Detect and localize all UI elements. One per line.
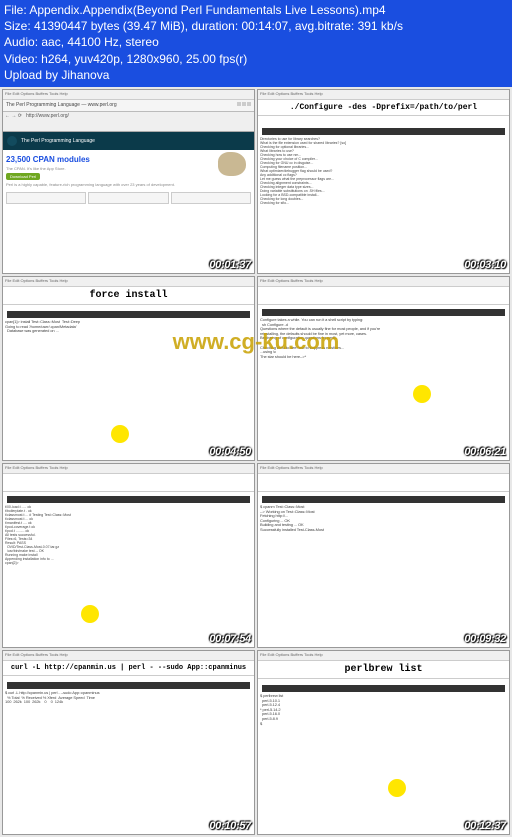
window-menubar: File Edit Options Buffers Tools Help (258, 90, 509, 100)
cpan-headline: 23,500 CPAN modules (6, 155, 251, 164)
terminal-output: $ perlbrew list perl-5.10.1 perl-5.12.4 … (260, 694, 507, 726)
cursor-highlight-icon (81, 605, 99, 623)
terminal-output: cpan[1]> install Test::Class::Most Test:… (5, 320, 252, 334)
window-menubar: File Edit Options Buffers Tools Help (3, 651, 254, 661)
site-banner: The Perl Programming Language (3, 132, 254, 150)
timestamp: 00:01:37 (209, 259, 251, 271)
terminal-statusbar (7, 496, 250, 503)
command-display: curl -L http://cpanmin.us | perl - --sud… (3, 661, 254, 676)
terminal-statusbar (262, 496, 505, 503)
timestamp: 00:07:54 (209, 633, 251, 645)
thumbnail-7[interactable]: File Edit Options Buffers Tools Help cur… (2, 650, 255, 835)
timestamp: 00:04:50 (209, 446, 251, 458)
perl-blurb: Perl is a highly capable, feature-rich p… (6, 183, 251, 188)
timestamp: 00:03:10 (464, 259, 506, 271)
terminal-statusbar (7, 682, 250, 689)
thumbnail-1[interactable]: File Edit Options Buffers Tools Help The… (2, 89, 255, 274)
command-display: ./Configure -des -Dprefix=/path/to/perl (258, 100, 509, 116)
timestamp: 00:12:37 (464, 820, 506, 832)
terminal-statusbar (7, 311, 250, 318)
thumbnail-2[interactable]: File Edit Options Buffers Tools Help ./C… (257, 89, 510, 274)
cursor-highlight-icon (413, 385, 431, 403)
thumbnail-grid: File Edit Options Buffers Tools Help The… (0, 87, 512, 837)
timestamp: 00:10:57 (209, 820, 251, 832)
command-display: perlbrew list (258, 661, 509, 679)
perl-onion-icon (7, 136, 17, 146)
thumbnail-8[interactable]: File Edit Options Buffers Tools Help per… (257, 650, 510, 835)
cursor-highlight-icon (388, 779, 406, 797)
command-display: force install (3, 287, 254, 305)
thumbnail-5[interactable]: File Edit Options Buffers Tools Help t/0… (2, 463, 255, 648)
window-menubar: File Edit Options Buffers Tools Help (3, 464, 254, 474)
window-menubar: File Edit Options Buffers Tools Help (258, 651, 509, 661)
terminal-output: $ curl -L http://cpanmin.us | perl - --s… (5, 691, 252, 705)
browser-toolbar: ← → ⟳ http://www.perl.org/ (3, 112, 254, 132)
window-menubar: File Edit Options Buffers Tools Help (3, 277, 254, 287)
site-body: 23,500 CPAN modules The CPAN. It's like … (3, 150, 254, 273)
terminal-output: t/00-load.t ..... ok t/boilerplate.t . o… (5, 505, 252, 565)
terminal-output: Configure takes a while. You can run it … (260, 318, 507, 359)
terminal-statusbar (262, 685, 505, 692)
window-menubar: File Edit Options Buffers Tools Help (3, 90, 254, 100)
cursor-highlight-icon (111, 425, 129, 443)
camel-icon (218, 152, 246, 176)
thumbnail-4[interactable]: File Edit Options Buffers Tools Help Con… (257, 276, 510, 461)
timestamp: 00:09:32 (464, 633, 506, 645)
terminal-output: Directories to use for library searches?… (260, 137, 507, 205)
thumbnail-6[interactable]: File Edit Options Buffers Tools Help $ c… (257, 463, 510, 648)
terminal-output: $ cpanm Test::Class::Most --> Working on… (260, 505, 507, 533)
cpan-subtitle: The CPAN. It's like the App Store. (6, 166, 251, 171)
media-info-header: File: Appendix.Appendix(Beyond Perl Fund… (0, 0, 512, 87)
feature-boxes (6, 192, 251, 204)
thumbnail-3[interactable]: File Edit Options Buffers Tools Help for… (2, 276, 255, 461)
terminal-statusbar (262, 309, 505, 316)
terminal-statusbar (262, 128, 505, 135)
timestamp: 00:06:21 (464, 446, 506, 458)
download-button[interactable]: Download Perl (6, 173, 40, 180)
window-menubar: File Edit Options Buffers Tools Help (258, 464, 509, 474)
browser-titlebar: The Perl Programming Language — www.perl… (3, 100, 254, 112)
window-menubar: File Edit Options Buffers Tools Help (258, 277, 509, 287)
